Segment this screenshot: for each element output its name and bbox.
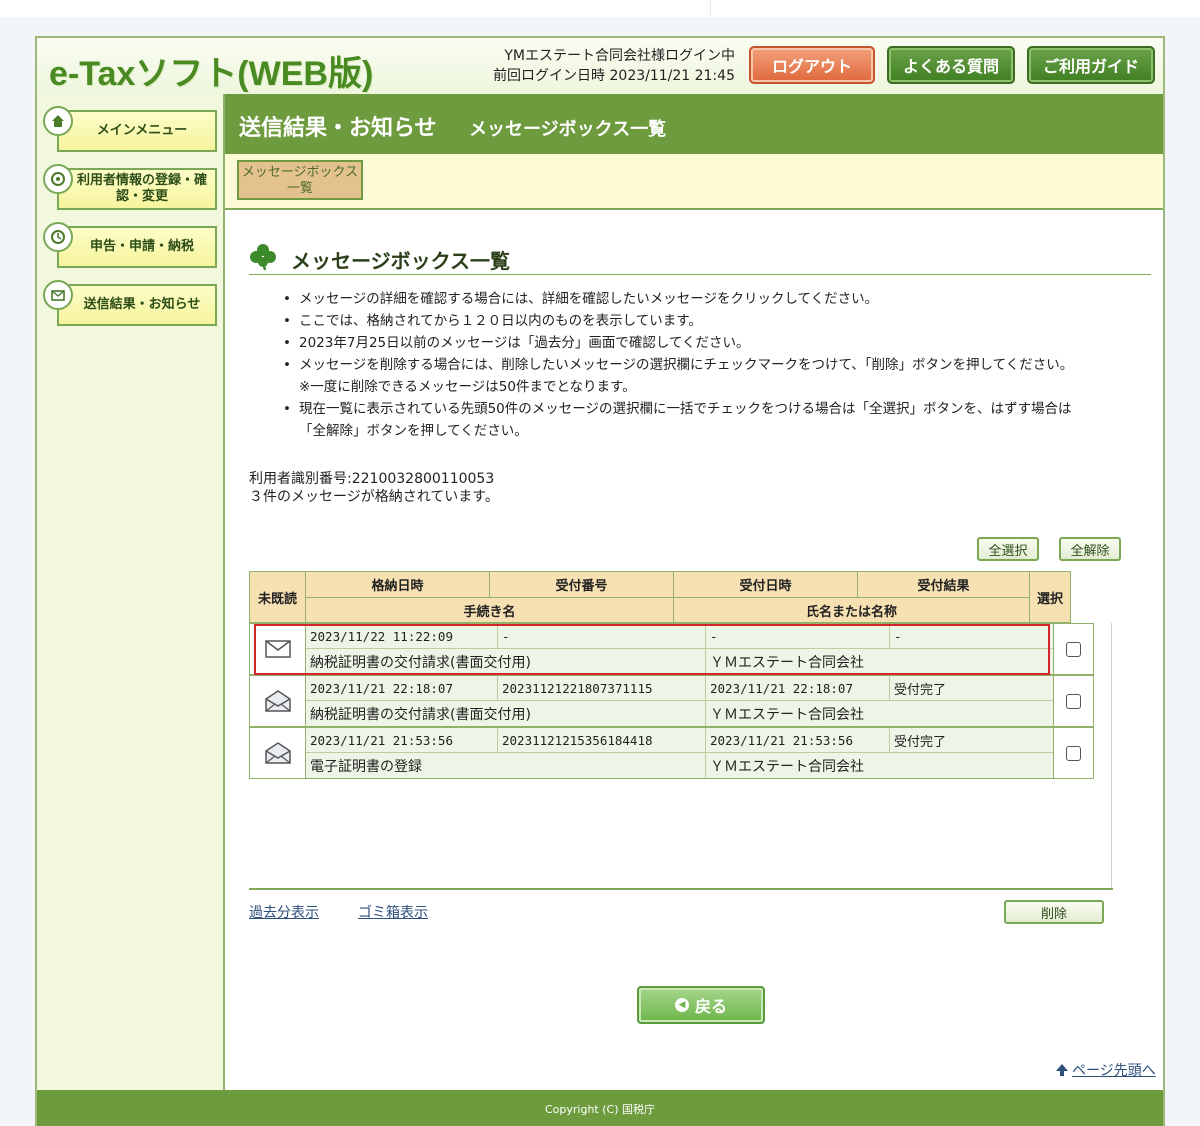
cell-received-at: 2023/11/21 22:18:07 [706, 676, 890, 701]
header-unread: 未既読 [250, 572, 306, 622]
sidebar-item-label: 利用者情報の登録・確認・変更 [76, 173, 207, 204]
app-logo: e-Taxソフト(WEB版) [49, 55, 374, 93]
read-mail-icon [250, 728, 306, 778]
back-arrow-icon: ◀ [674, 998, 689, 1012]
sidebar-item-filing[interactable]: 申告・申請・納税 [43, 222, 217, 268]
past-messages-link[interactable]: 過去分表示 [249, 902, 319, 922]
clock-icon [43, 222, 73, 252]
login-info: YMエステート合同会社様ログイン中 前回ログイン日時 2023/11/21 21… [493, 46, 735, 86]
cell-name: ＹＭエステート合同会社 [706, 701, 1054, 726]
sub-tab-bar: メッセージボックス一覧 [225, 154, 1163, 210]
delete-button[interactable]: 削除 [1004, 900, 1104, 924]
cell-stored-at: 2023/11/21 22:18:07 [306, 676, 498, 701]
page-top-link[interactable]: ページ先頭へ [1055, 1060, 1156, 1080]
cell-received-at: 2023/11/21 21:53:56 [706, 728, 890, 753]
header-procedure: 手続き名 [306, 597, 674, 622]
message-count: ３件のメッセージが格納されています。 [249, 489, 499, 505]
instruction-item: ここでは、格納されてから１２０日以内のものを表示しています。 [283, 310, 1153, 332]
instructions-list: メッセージの詳細を確認する場合には、詳細を確認したいメッセージをクリックしてくだ… [283, 288, 1153, 442]
header: e-Taxソフト(WEB版) YMエステート合同会社様ログイン中 前回ログイン日… [37, 38, 1163, 94]
select-checkbox[interactable] [1066, 693, 1081, 709]
back-button[interactable]: ◀ 戻る [637, 986, 765, 1024]
arrow-up-icon [1056, 1064, 1068, 1076]
select-all-button[interactable]: 全選択 [977, 537, 1039, 561]
select-cell [1053, 624, 1093, 674]
instruction-item: メッセージの詳細を確認する場合には、詳細を確認したいメッセージをクリックしてくだ… [283, 288, 1153, 310]
unread-mail-icon [250, 624, 306, 674]
select-checkbox[interactable] [1066, 641, 1081, 657]
sidebar-item-user-info[interactable]: 利用者情報の登録・確認・変更 [43, 164, 217, 210]
cell-name: ＹＭエステート合同会社 [706, 753, 1054, 778]
clover-icon [250, 244, 276, 271]
page-subtitle: メッセージボックス一覧 [469, 119, 667, 140]
cell-stored-at: 2023/11/21 21:53:56 [306, 728, 498, 753]
cell-receipt-no: 20231121215356184418 [498, 728, 706, 753]
page-title-bar: 送信結果・お知らせ メッセージボックス一覧 [225, 94, 1163, 154]
cell-result: 受付完了 [890, 676, 1054, 701]
login-user: YMエステート合同会社様ログイン中 [504, 48, 735, 64]
select-checkbox[interactable] [1066, 745, 1081, 761]
sidebar-item-results[interactable]: 送信結果・お知らせ [43, 280, 217, 326]
header-name: 氏名または名称 [674, 597, 1030, 622]
last-login: 前回ログイン日時 2023/11/21 21:45 [493, 68, 735, 84]
page-title: 送信結果・お知らせ [239, 116, 437, 141]
section-title: メッセージボックス一覧 [291, 249, 510, 273]
cell-name: ＹＭエステート合同会社 [706, 649, 1054, 674]
cell-procedure: 納税証明書の交付請求(書面交付用) [306, 701, 706, 726]
home-icon [43, 106, 73, 136]
top-strip [0, 0, 1200, 17]
tab-message-box-list[interactable]: メッセージボックス一覧 [237, 160, 363, 200]
cell-receipt-no: 20231121221807371115 [498, 676, 706, 701]
instruction-item: 2023年7月25日以前のメッセージは「過去分」画面で確認してください。 [283, 332, 1153, 354]
select-cell [1053, 728, 1093, 778]
header-result: 受付結果 [858, 572, 1030, 597]
header-received-at: 受付日時 [674, 572, 858, 597]
read-mail-icon [250, 676, 306, 726]
back-label: 戻る [694, 997, 727, 1016]
cell-procedure: 電子証明書の登録 [306, 753, 706, 778]
divider [249, 888, 1113, 890]
sidebar-item-main-menu[interactable]: メインメニュー [43, 106, 217, 152]
instruction-item: 現在一覧に表示されている先頭50件のメッセージの選択欄に一括でチェックをつける場… [283, 398, 1153, 420]
user-id: 利用者識別番号:2210032800110053 [249, 471, 495, 487]
sidebar-item-label: 申告・申請・納税 [89, 239, 194, 254]
message-list: 2023/11/22 11:22:09 - - - 納税証明書の交付請求(書面交… [249, 623, 1112, 889]
sidebar-item-label: 送信結果・お知らせ [83, 297, 201, 312]
user-info: 利用者識別番号:2210032800110053 ３件のメッセージが格納されてい… [249, 470, 499, 506]
deselect-all-button[interactable]: 全解除 [1059, 537, 1121, 561]
header-receipt-no: 受付番号 [490, 572, 674, 597]
user-settings-icon [43, 164, 73, 194]
table-header: 未既読 格納日時 受付番号 受付日時 受付結果 手続き名 氏名または名称 選択 [249, 571, 1071, 623]
instruction-note: 「全解除」ボタンを押してください。 [299, 423, 528, 439]
table-row[interactable]: 2023/11/21 21:53:56 20231121215356184418… [249, 727, 1094, 779]
cell-received-at: - [706, 624, 890, 649]
mail-icon [43, 280, 73, 310]
section-heading: メッセージボックス一覧 [249, 241, 1151, 275]
cell-receipt-no: - [498, 624, 706, 649]
header-select: 選択 [1036, 591, 1063, 607]
faq-button[interactable]: よくある質問 [887, 46, 1015, 84]
trash-link[interactable]: ゴミ箱表示 [358, 902, 428, 922]
cell-result: - [890, 624, 1054, 649]
app-frame: e-Taxソフト(WEB版) YMエステート合同会社様ログイン中 前回ログイン日… [35, 36, 1165, 1126]
instruction-note: ※一度に削除できるメッセージは50件までとなります。 [299, 379, 636, 395]
cell-stored-at: 2023/11/22 11:22:09 [306, 624, 498, 649]
instruction-item: メッセージを削除する場合には、削除したいメッセージの選択欄にチェックマークをつけ… [283, 354, 1153, 376]
sidebar-item-label: メインメニュー [96, 123, 188, 138]
footer: Copyright (C) 国税庁 [37, 1090, 1163, 1126]
guide-button[interactable]: ご利用ガイド [1027, 46, 1155, 84]
page-top-label: ページ先頭へ [1072, 1063, 1156, 1079]
table-row[interactable]: 2023/11/21 22:18:07 20231121221807371115… [249, 675, 1094, 727]
header-stored-at: 格納日時 [306, 572, 490, 597]
logout-button[interactable]: ログアウト [749, 46, 875, 84]
table-row[interactable]: 2023/11/22 11:22:09 - - - 納税証明書の交付請求(書面交… [249, 623, 1094, 675]
cell-result: 受付完了 [890, 728, 1054, 753]
sidebar: メインメニュー 利用者情報の登録・確認・変更 申告・申請・納税 送信結果・お知ら… [37, 94, 225, 1094]
copyright-text: Copyright (C) 国税庁 [544, 1103, 655, 1116]
cell-procedure: 納税証明書の交付請求(書面交付用) [306, 649, 706, 674]
select-cell [1053, 676, 1093, 726]
